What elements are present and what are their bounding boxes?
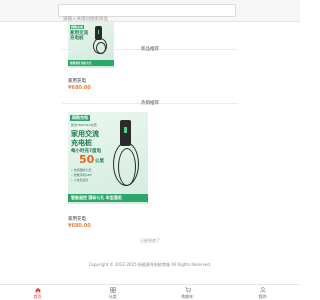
cable-graphic bbox=[96, 42, 106, 54]
category-icon bbox=[109, 287, 116, 293]
cart-icon bbox=[184, 287, 191, 293]
search-box[interactable] bbox=[58, 4, 236, 25]
section-title-hot: 热销推荐 bbox=[141, 101, 159, 106]
banner-bullet: • 人性化设计 bbox=[71, 178, 89, 182]
banner-bottom-strip: 智能遥控 国标七孔 车型通用 bbox=[68, 194, 148, 202]
banner-tag: 网购充电 bbox=[70, 115, 90, 121]
tab-label: 我的 bbox=[258, 294, 267, 299]
product-card[interactable]: 网购充电 家用交流 充电桩 智能遥控 国标七孔 家用充电 ¥680.00 bbox=[68, 22, 114, 92]
banner-bottom-strip: 智能遥控 国标七孔 bbox=[68, 60, 114, 66]
banner-headline-2: 充电桩 bbox=[71, 139, 92, 147]
product-image[interactable]: 网购充电 家用交流 充电桩 智能遥控 国标七孔 bbox=[68, 22, 114, 68]
cable-graphic bbox=[118, 148, 136, 186]
copyright-text: Copyright © 2022-2025 新能源充电桩商城 All Right… bbox=[88, 262, 212, 267]
product-card[interactable]: 网购充电 新款7KW/32A交流 家用交流 充电桩 每小时充7度电 50 公里 … bbox=[68, 112, 148, 234]
banner-bullet: • 智能手机APP bbox=[71, 173, 92, 177]
banner-subtag: 新款7KW/32A交流 bbox=[71, 123, 97, 127]
section-title-new: 新品推荐 bbox=[141, 47, 159, 52]
end-of-list-text: 已经到底了 bbox=[140, 238, 160, 243]
tab-label: 首页 bbox=[33, 294, 42, 299]
product-image[interactable]: 网购充电 新款7KW/32A交流 家用交流 充电桩 每小时充7度电 50 公里 … bbox=[68, 112, 148, 204]
product-price: ¥680.00 bbox=[68, 85, 91, 91]
tab-profile[interactable]: 我的 bbox=[225, 285, 300, 300]
banner-tag: 网购充电 bbox=[70, 25, 85, 29]
tab-label: 分类 bbox=[108, 294, 117, 299]
product-price: ¥680.00 bbox=[68, 223, 91, 229]
banner-unit: 公里 bbox=[95, 159, 104, 164]
tab-label: 购物车 bbox=[181, 294, 194, 299]
tab-category[interactable]: 分类 bbox=[75, 285, 150, 300]
banner-number: 50 bbox=[79, 153, 95, 166]
user-icon bbox=[259, 287, 266, 293]
tab-home[interactable]: 首页 bbox=[0, 285, 75, 300]
product-name[interactable]: 家用充电 bbox=[68, 78, 86, 84]
tab-cart[interactable]: 购物车 bbox=[150, 285, 225, 300]
home-icon bbox=[35, 287, 40, 293]
banner-headline-2: 充电桩 bbox=[70, 36, 84, 41]
banner-bullet: • 支持国标七孔 bbox=[71, 168, 92, 172]
top-bar bbox=[0, 0, 300, 25]
product-name[interactable]: 家用充电 bbox=[68, 216, 86, 222]
bottom-tab-bar: 首页 分类 购物车 我的 bbox=[0, 284, 300, 300]
